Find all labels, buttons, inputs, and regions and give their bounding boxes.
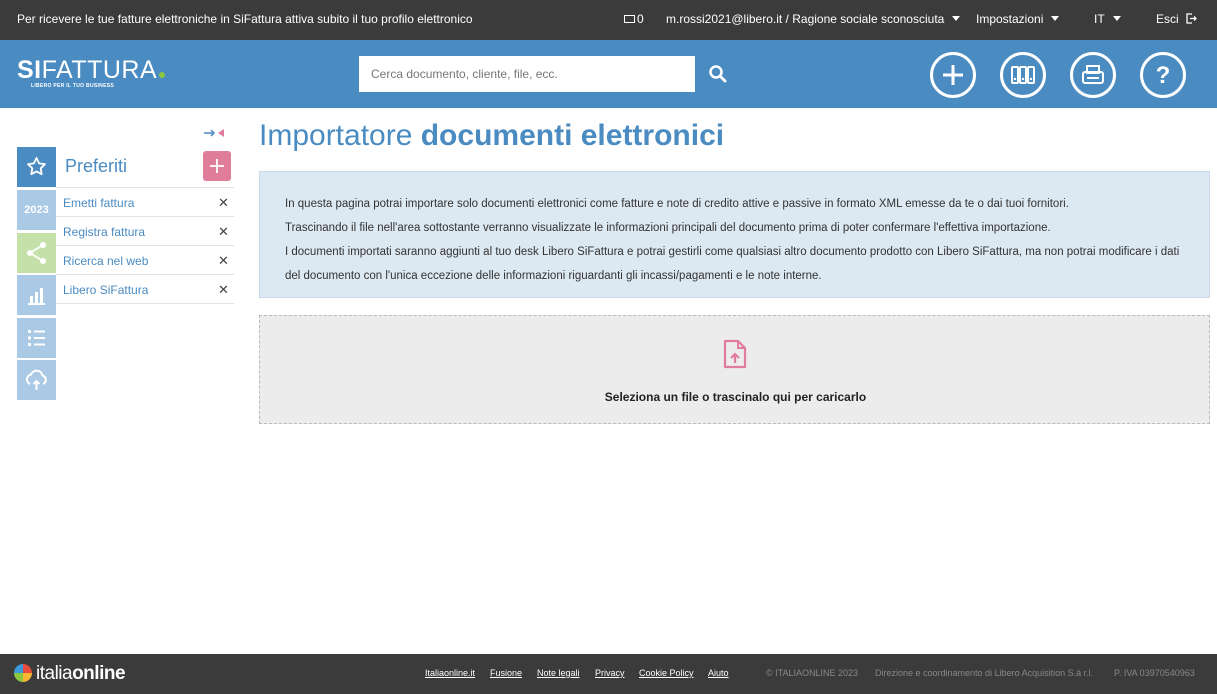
favorite-item[interactable]: Registra fattura — [63, 225, 145, 239]
upload-tab[interactable] — [17, 360, 56, 400]
reports-tab[interactable] — [17, 275, 56, 315]
settings-menu[interactable]: Impostazioni — [976, 12, 1060, 26]
print-button[interactable] — [1070, 52, 1116, 98]
footer-link-cookie-policy[interactable]: Cookie Policy — [639, 668, 694, 678]
divider — [56, 216, 234, 217]
logout-icon — [1186, 13, 1197, 24]
plus-icon — [943, 65, 963, 85]
favorite-item[interactable]: Ricerca nel web — [63, 254, 148, 268]
language-menu[interactable]: IT — [1094, 12, 1121, 26]
settings-label: Impostazioni — [976, 12, 1044, 26]
favorite-item[interactable]: Emetti fattura — [63, 196, 134, 210]
sifattura-logo[interactable]: SIFATTURA LIBERO PER IL TUO BUSINESS — [17, 56, 166, 89]
remove-favorite-icon[interactable]: ✕ — [218, 195, 229, 211]
footer-link-fusione[interactable]: Fusione — [490, 668, 522, 678]
caret-down-icon — [1112, 16, 1121, 21]
language-label: IT — [1094, 12, 1105, 26]
user-label: m.rossi2021@libero.it / Ragione sociale … — [666, 12, 945, 26]
caret-down-icon — [1051, 16, 1060, 21]
question-icon: ? — [1156, 62, 1171, 89]
footer: italiaonline Italiaonline.it Fusione Not… — [0, 654, 1217, 694]
file-dropzone[interactable]: Seleziona un file o trascinalo qui per c… — [259, 315, 1210, 424]
messages-count: 0 — [637, 12, 644, 26]
italiaonline-ball-icon — [14, 664, 32, 682]
info-line: Trascinando il file nell'area sottostant… — [285, 222, 1051, 234]
bar-chart-icon — [28, 288, 45, 305]
plus-icon — [210, 159, 224, 173]
remove-favorite-icon[interactable]: ✕ — [218, 224, 229, 240]
new-document-button[interactable] — [930, 52, 976, 98]
remove-favorite-icon[interactable]: ✕ — [218, 253, 229, 269]
share-tab[interactable] — [17, 233, 56, 273]
footer-link-privacy[interactable]: Privacy — [595, 668, 625, 678]
header: SIFATTURA LIBERO PER IL TUO BUSINESS ? — [0, 40, 1217, 108]
logo-light: italia — [36, 663, 73, 684]
archive-button[interactable] — [1000, 52, 1046, 98]
logo-tagline: LIBERO PER IL TUO BUSINESS — [31, 83, 114, 89]
logo-bold: online — [72, 663, 126, 684]
page-title-bold: documenti elettronici — [420, 119, 725, 152]
add-favorite-button[interactable] — [203, 151, 231, 181]
dropzone-label: Seleziona un file o trascinalo qui per c… — [604, 390, 867, 404]
year-badge: 2023 — [24, 204, 49, 216]
logout-button[interactable]: Esci — [1156, 12, 1197, 26]
file-upload-icon — [723, 339, 747, 369]
cloud-upload-icon — [25, 369, 47, 390]
info-box: In questa pagina potrai importare solo d… — [259, 171, 1210, 298]
divider — [56, 303, 234, 304]
search-icon[interactable] — [706, 62, 730, 86]
user-menu[interactable]: m.rossi2021@libero.it / Ragione sociale … — [666, 12, 961, 26]
footer-link-aiuto[interactable]: Aiuto — [708, 668, 729, 678]
svg-text:?: ? — [1156, 62, 1171, 89]
divider — [56, 274, 234, 275]
list-tab[interactable] — [17, 318, 56, 358]
info-line: I documenti importati saranno aggiunti a… — [285, 246, 1180, 282]
favorite-item[interactable]: Libero SiFattura — [63, 283, 148, 297]
page-title-light: Importatore — [259, 119, 421, 152]
page-title: Importatore documenti elettronici — [259, 119, 724, 153]
italiaonline-logo[interactable]: italiaonline — [14, 663, 126, 685]
divider — [56, 245, 234, 246]
footer-vat: P. IVA 03970540963 — [1114, 668, 1195, 678]
footer-copyright: © ITALIAONLINE 2023 — [766, 668, 859, 678]
favorites-tab[interactable] — [17, 147, 56, 187]
footer-link-italiaonline[interactable]: Italiaonline.it — [425, 668, 475, 678]
search-input[interactable] — [359, 56, 695, 92]
footer-link-note-legali[interactable]: Note legali — [537, 668, 580, 678]
top-bar: Per ricevere le tue fatture elettroniche… — [0, 0, 1217, 40]
year-tab[interactable]: 2023 — [17, 190, 56, 230]
logout-label: Esci — [1156, 12, 1179, 26]
footer-direction: Direzione e coordinamento di Libero Acqu… — [875, 668, 1094, 678]
logo-dot — [159, 72, 166, 78]
info-line: In questa pagina potrai importare solo d… — [285, 198, 1069, 210]
remove-favorite-icon[interactable]: ✕ — [218, 282, 229, 298]
logo-text: FATTURA — [41, 56, 158, 84]
favorites-title: Preferiti — [65, 156, 128, 176]
share-icon — [27, 242, 46, 264]
collapse-sidebar-icon[interactable] — [204, 127, 236, 139]
logo-bold: SI — [17, 56, 42, 84]
envelope-icon — [624, 15, 635, 23]
messages-button[interactable]: 0 — [624, 12, 644, 26]
divider — [56, 187, 234, 188]
list-icon — [28, 330, 45, 346]
star-icon — [27, 157, 46, 176]
binders-icon — [1011, 66, 1035, 84]
promo-link[interactable]: Per ricevere le tue fatture elettroniche… — [17, 12, 473, 26]
caret-down-icon — [952, 16, 961, 21]
printer-icon — [1082, 65, 1104, 84]
help-button[interactable]: ? — [1140, 52, 1186, 98]
